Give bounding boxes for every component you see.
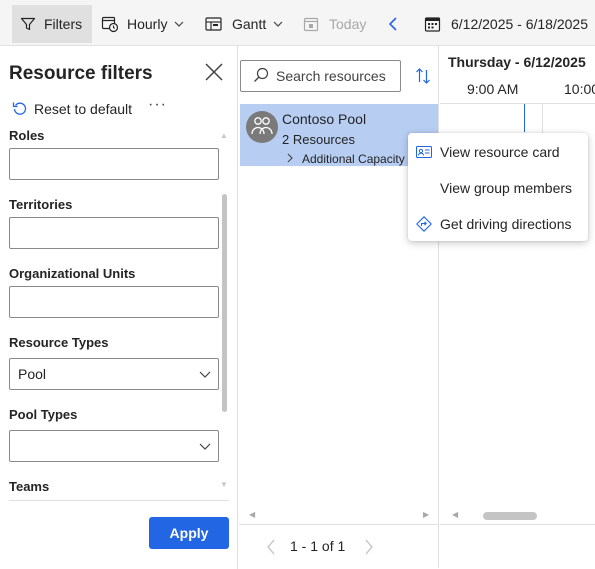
reset-to-default-button[interactable]: Reset to default <box>12 99 132 119</box>
gantt-dropdown[interactable]: Gantt <box>205 5 284 43</box>
scroll-right-arrow[interactable]: ▶ <box>423 510 429 519</box>
menu-item-label: View group members <box>440 180 573 196</box>
chevron-right-icon <box>286 152 294 166</box>
chevron-down-icon <box>198 368 212 384</box>
menu-item-label: View resource card <box>440 144 560 160</box>
chevron-down-icon <box>272 18 284 30</box>
resource-count: 2 Resources <box>282 132 355 147</box>
menu-item-label: Get driving directions <box>440 216 572 232</box>
previous-range-button[interactable] <box>386 5 400 43</box>
scroll-down-arrow[interactable]: ▼ <box>220 480 228 489</box>
sort-button[interactable] <box>415 67 431 88</box>
pane-title: Resource filters <box>9 63 153 84</box>
gantt-footer <box>440 524 595 568</box>
reset-label: Reset to default <box>34 101 133 117</box>
scrollbar-thumb[interactable] <box>222 194 227 412</box>
next-page-button[interactable] <box>363 538 375 559</box>
time-label: 10:00 <box>564 81 595 97</box>
chevron-right-icon <box>363 539 375 559</box>
resource-context-menu: View resource card View group members Ge… <box>408 133 588 241</box>
pool-types-select[interactable] <box>9 430 219 462</box>
calendar-today-icon <box>303 16 319 32</box>
day-label: Thursday - 6/12/2025 <box>448 54 586 70</box>
org-units-field[interactable] <box>9 286 219 318</box>
avatar <box>246 111 278 143</box>
horizontal-scrollbar-thumb[interactable] <box>483 512 537 520</box>
additional-capacity-toggle[interactable]: Additional Capacity <box>286 152 405 166</box>
resource-list-pane: Search resources Contoso Pool 2 Resource… <box>239 46 439 524</box>
time-label: 9:00 AM <box>467 81 519 97</box>
scroll-left-arrow[interactable]: ◀ <box>249 510 255 519</box>
resource-types-select[interactable]: Pool <box>9 358 219 390</box>
page-indicator: 1 - 1 of 1 <box>290 538 346 554</box>
chevron-left-icon <box>265 539 277 559</box>
chevron-down-icon <box>198 440 212 456</box>
resource-filters-pane: Resource filters Reset to default ··· Ro… <box>0 46 238 569</box>
today-button[interactable]: Today <box>303 5 366 43</box>
pagination: 1 - 1 of 1 <box>239 524 439 568</box>
directions-icon <box>416 216 432 232</box>
chevron-left-icon <box>386 16 400 32</box>
date-range-picker[interactable]: 6/12/2025 - 6/18/2025 <box>424 5 588 43</box>
resource-types-label: Resource Types <box>9 335 109 350</box>
previous-page-button[interactable] <box>265 538 277 559</box>
search-placeholder: Search resources <box>276 68 386 84</box>
hourly-label: Hourly <box>127 16 168 32</box>
filter-icon <box>20 16 36 32</box>
filters-button[interactable]: Filters <box>12 5 92 43</box>
menu-item-view-resource-card[interactable]: View resource card <box>408 134 588 170</box>
divider <box>9 500 229 501</box>
gantt-icon <box>205 16 222 32</box>
reset-icon <box>12 100 28 119</box>
contact-card-icon <box>415 144 433 160</box>
roles-label: Roles <box>9 128 45 143</box>
gantt-board: Thursday - 6/12/2025 9:00 AM 10:00 ◀ <box>440 46 595 524</box>
hourly-dropdown[interactable]: Hourly <box>101 5 185 43</box>
additional-capacity-label: Additional Capacity <box>302 152 405 166</box>
resource-name: Contoso Pool <box>282 111 367 127</box>
scroll-up-arrow[interactable]: ▲ <box>220 131 228 140</box>
sort-icon <box>415 68 431 88</box>
territories-field[interactable] <box>9 217 219 249</box>
toolbar: Filters Hourly Gantt Today 6/12/2025 - 6… <box>0 0 595 46</box>
close-icon <box>203 63 225 86</box>
today-label: Today <box>329 16 367 32</box>
menu-item-get-driving-directions[interactable]: Get driving directions <box>408 206 588 242</box>
current-time-line <box>524 104 525 132</box>
territories-label: Territories <box>9 197 73 212</box>
filter-list: Roles Territories Organizational Units R… <box>0 126 232 498</box>
group-icon <box>250 115 274 140</box>
filters-label: Filters <box>44 16 83 32</box>
roles-field[interactable] <box>9 148 219 180</box>
search-resources-input[interactable]: Search resources <box>240 60 401 92</box>
calendar-clock-icon <box>101 15 119 33</box>
chevron-down-icon <box>173 18 185 30</box>
teams-label: Teams <box>9 479 50 494</box>
menu-item-view-group-members[interactable]: View group members <box>408 170 588 206</box>
scroll-left-arrow[interactable]: ◀ <box>452 510 458 519</box>
gantt-header: Thursday - 6/12/2025 9:00 AM 10:00 <box>440 46 595 104</box>
resource-types-value: Pool <box>18 366 47 382</box>
pool-types-label: Pool Types <box>9 407 78 422</box>
gantt-label: Gantt <box>232 16 267 32</box>
close-button[interactable] <box>203 61 225 83</box>
search-icon <box>253 67 269 86</box>
calendar-icon <box>424 16 441 32</box>
apply-button[interactable]: Apply <box>149 517 229 549</box>
more-options-button[interactable]: ··· <box>148 96 167 114</box>
org-units-label: Organizational Units <box>9 266 136 281</box>
date-range-label: 6/12/2025 - 6/18/2025 <box>451 16 589 32</box>
